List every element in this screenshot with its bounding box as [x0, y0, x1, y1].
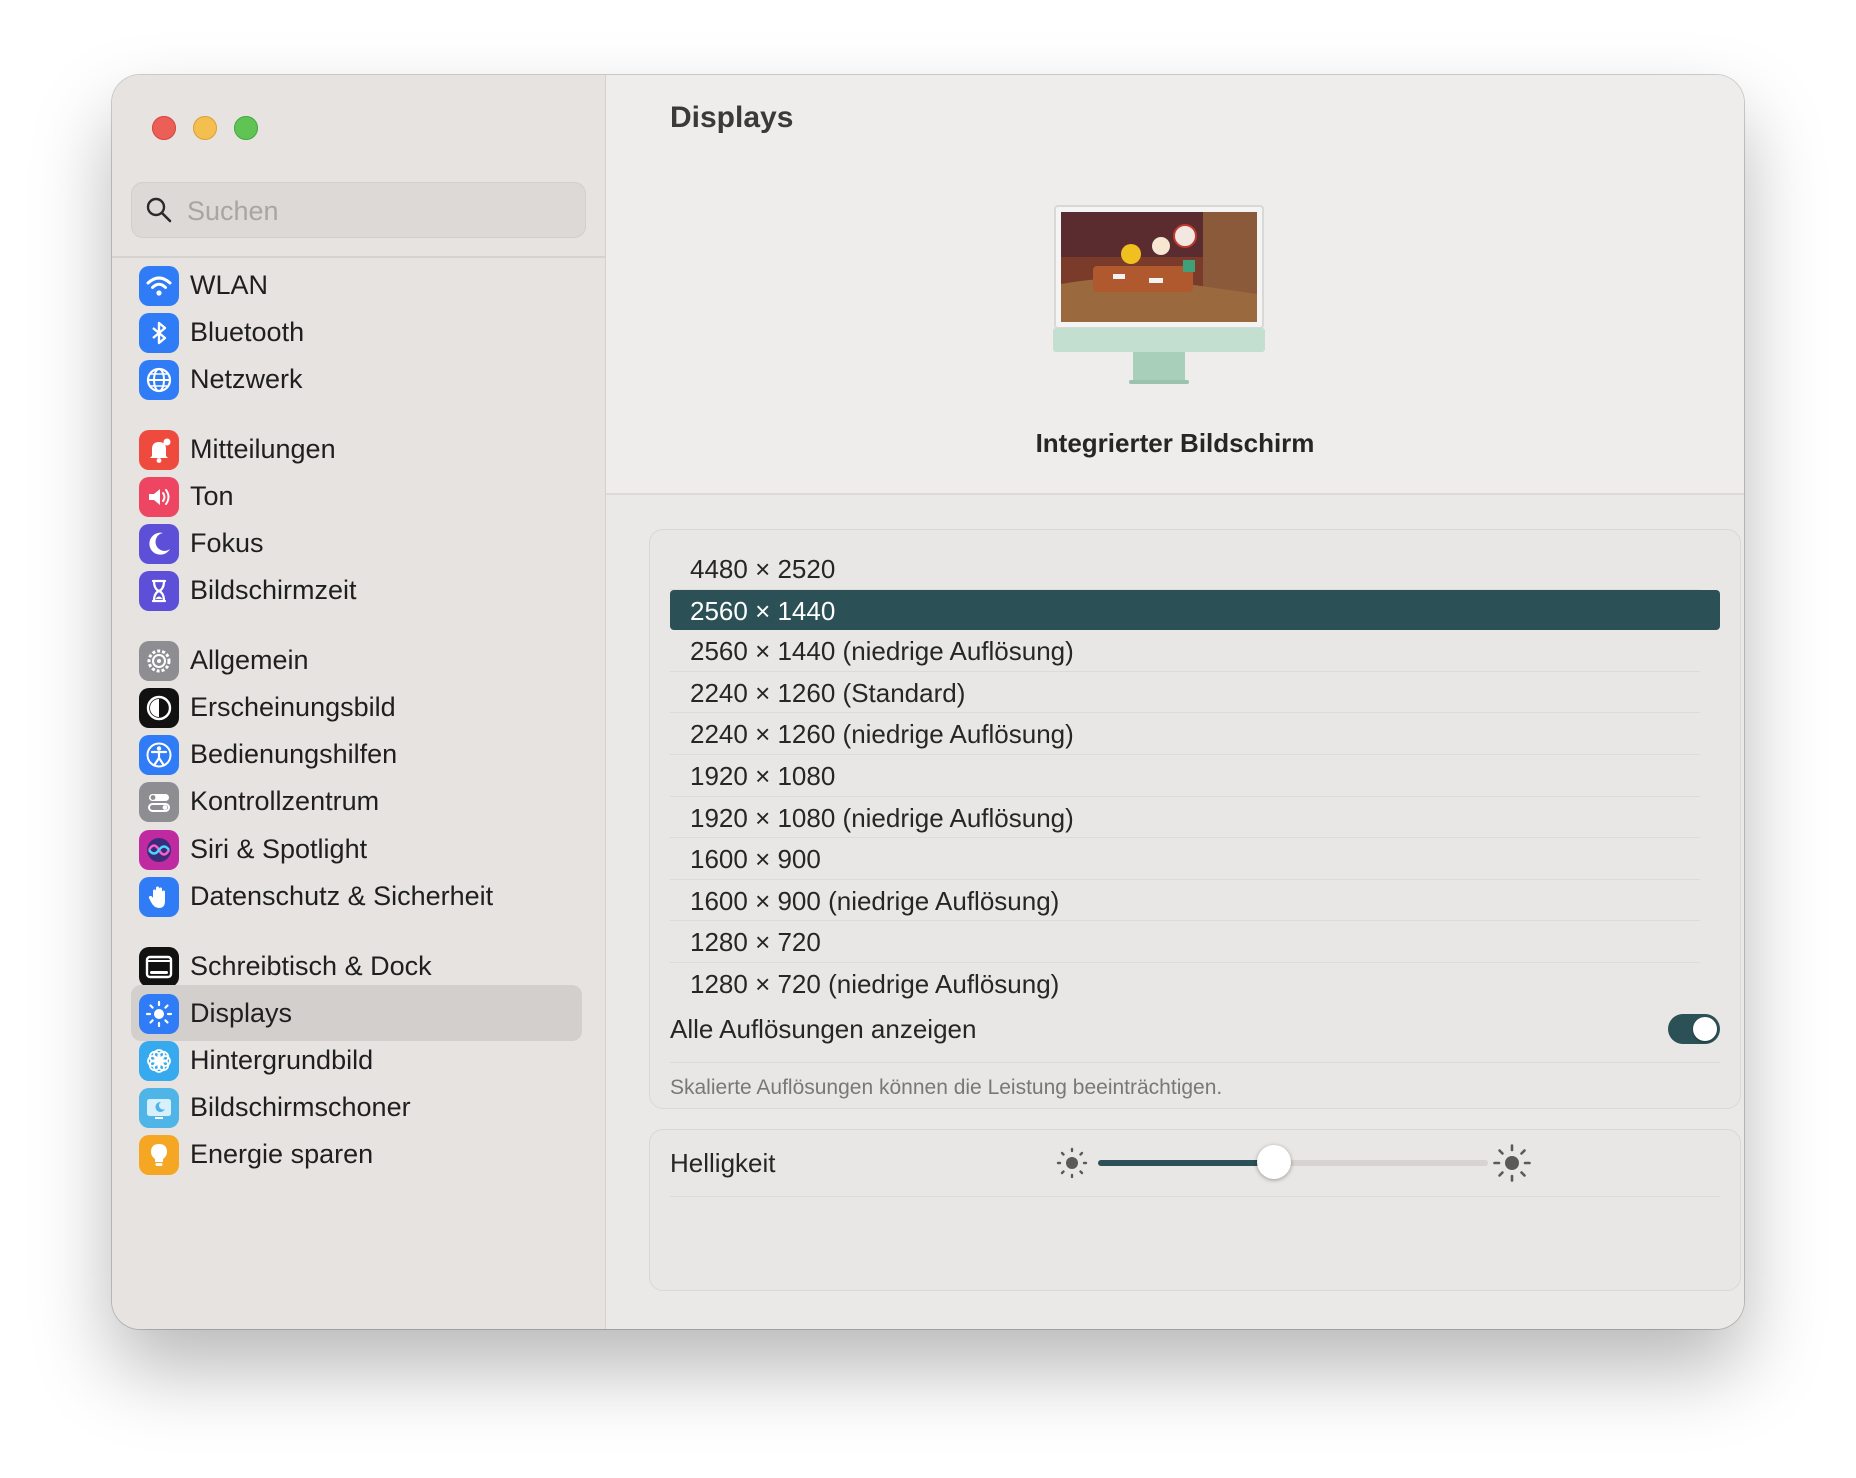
brightness-low-icon — [1056, 1147, 1088, 1179]
show-all-toggle[interactable] — [1668, 1014, 1720, 1044]
close-button[interactable] — [152, 116, 176, 140]
resolution-label: 1600 × 900 (niedrige Auflösung) — [690, 885, 1060, 916]
siri-icon — [139, 830, 179, 870]
sidebar-item-bildschirmzeit[interactable]: Bildschirmzeit — [131, 562, 582, 618]
hourglass-icon — [139, 571, 179, 611]
page-title: Displays — [670, 101, 794, 134]
sidebar-item-label: Datenschutz & Sicherheit — [190, 881, 494, 911]
sidebar-item-label: Erscheinungsbild — [190, 692, 396, 722]
sidebar: WLAN Bluetooth Netzwerk Mitteilungen Ton Foku… — [112, 75, 606, 1329]
settings-window: WLAN Bluetooth Netzwerk Mitteilungen Ton Foku… — [112, 75, 1744, 1329]
resolution-option[interactable]: 1920 × 1080 (niedrige Auflösung) — [670, 797, 1700, 839]
wifi-icon — [139, 266, 179, 306]
brightness-slider-knob[interactable] — [1256, 1145, 1291, 1179]
sidebar-item-label: Siri & Spotlight — [190, 834, 368, 864]
sidebar-item-label: Allgemein — [190, 645, 309, 675]
sidebar-item-label: Bluetooth — [190, 317, 305, 347]
brightness-high-icon — [1493, 1144, 1531, 1182]
zoom-button[interactable] — [234, 116, 258, 140]
show-all-label: Alle Auflösungen anzeigen — [670, 1014, 977, 1044]
sidebar-item-label: Bildschirmzeit — [190, 575, 357, 605]
search-input[interactable] — [185, 190, 569, 232]
resolution-option[interactable]: 1280 × 720 — [670, 921, 1700, 963]
resolution-option[interactable]: 1280 × 720 (niedrige Auflösung) — [670, 963, 1700, 1004]
globe-icon — [139, 360, 179, 400]
resolution-option[interactable]: 1920 × 1080 — [670, 755, 1700, 797]
resolution-option[interactable]: 2560 × 1440 (niedrige Auflösung) — [670, 630, 1700, 672]
resolution-label: 1280 × 720 (niedrige Auflösung) — [690, 968, 1060, 999]
gear-icon — [139, 641, 179, 681]
brightness-card: Helligkeit — [649, 1129, 1741, 1291]
resolution-list: 4480 × 2520 2560 × 1440 2560 × 1440 (niedr… — [670, 548, 1720, 1004]
sidebar-item-label: WLAN — [190, 270, 269, 300]
resolution-option[interactable]: 1600 × 900 (niedrige Auflösung) — [670, 880, 1700, 922]
speaker-icon — [139, 477, 179, 517]
imac-display-icon[interactable] — [1053, 204, 1307, 416]
resolution-option[interactable]: 2560 × 1440 — [670, 589, 1720, 631]
bulb-icon — [139, 1135, 179, 1175]
search-field[interactable] — [131, 182, 586, 238]
sidebar-item-label: Kontrollzentrum — [190, 786, 380, 816]
moon-icon — [139, 524, 179, 564]
control-center-icon — [139, 782, 179, 822]
resolution-label: 4480 × 2520 — [690, 554, 836, 584]
minimize-button[interactable] — [193, 116, 217, 140]
show-all-row: Alle Auflösungen anzeigen — [670, 1000, 1720, 1058]
dock-icon — [139, 947, 179, 987]
appearance-icon — [139, 688, 179, 728]
sidebar-item-energie-sparen[interactable]: Energie sparen — [131, 1126, 582, 1182]
scaling-hint: Skalierte Auflösungen können die Leistun… — [670, 1076, 1223, 1099]
bluetooth-icon — [139, 313, 179, 353]
main-pane: Displays Integrierter Bildschirm 4480 × … — [606, 75, 1744, 1329]
brightness-label: Helligkeit — [670, 1148, 776, 1178]
brightness-icon — [139, 994, 179, 1034]
hand-icon — [139, 877, 179, 917]
sidebar-item-label: Mitteilungen — [190, 434, 336, 464]
resolution-label: 2240 × 1260 (Standard) — [690, 677, 966, 708]
resolution-option[interactable]: 4480 × 2520 — [670, 548, 1700, 590]
toggle-knob — [1693, 1017, 1717, 1041]
resolution-label: 2240 × 1260 (niedrige Auflösung) — [690, 719, 1074, 750]
brightness-slider[interactable] — [1098, 1145, 1488, 1179]
sidebar-item-label: Bedienungshilfen — [190, 739, 398, 769]
resolution-option[interactable]: 1600 × 900 — [670, 838, 1700, 880]
sidebar-item-label: Bildschirmschoner — [190, 1092, 411, 1122]
sidebar-item-label: Energie sparen — [190, 1139, 374, 1169]
resolution-label: 2560 × 1440 (niedrige Auflösung) — [690, 636, 1074, 667]
sidebar-item-label: Displays — [190, 998, 293, 1028]
brightness-divider — [670, 1196, 1720, 1197]
sidebar-item-netzwerk[interactable]: Netzwerk — [131, 351, 582, 407]
traffic-lights — [152, 116, 258, 140]
sidebar-item-label: Hintergrundbild — [190, 1045, 374, 1075]
resolution-label: 2560 × 1440 — [690, 595, 836, 626]
resolution-option[interactable]: 2240 × 1260 (Standard) — [670, 672, 1700, 714]
display-name: Integrierter Bildschirm — [1035, 428, 1315, 458]
card-divider — [670, 1062, 1720, 1063]
accessibility-icon — [139, 735, 179, 775]
resolution-label: 1920 × 1080 — [690, 760, 836, 791]
resolution-card: 4480 × 2520 2560 × 1440 2560 × 1440 (niedr… — [649, 529, 1741, 1109]
screensaver-icon — [139, 1088, 179, 1128]
flower-icon — [139, 1041, 179, 1081]
resolution-option[interactable]: 2240 × 1260 (niedrige Auflösung) — [670, 713, 1700, 755]
resolution-label: 1280 × 720 — [690, 927, 821, 958]
sidebar-item-label: Fokus — [190, 528, 264, 558]
bell-icon — [139, 430, 179, 470]
search-icon — [146, 197, 172, 223]
sidebar-item-label: Ton — [190, 481, 234, 511]
display-header: Displays Integrierter Bildschirm — [606, 75, 1744, 495]
brightness-slider-fill — [1098, 1160, 1274, 1166]
resolution-label: 1920 × 1080 (niedrige Auflösung) — [690, 802, 1074, 833]
resolution-label: 1600 × 900 — [690, 844, 821, 875]
sidebar-item-label: Netzwerk — [190, 364, 303, 394]
sidebar-item-label: Schreibtisch & Dock — [190, 951, 432, 981]
sidebar-item-datenschutz-und-sicherheit[interactable]: Datenschutz & Sicherheit — [131, 868, 582, 924]
